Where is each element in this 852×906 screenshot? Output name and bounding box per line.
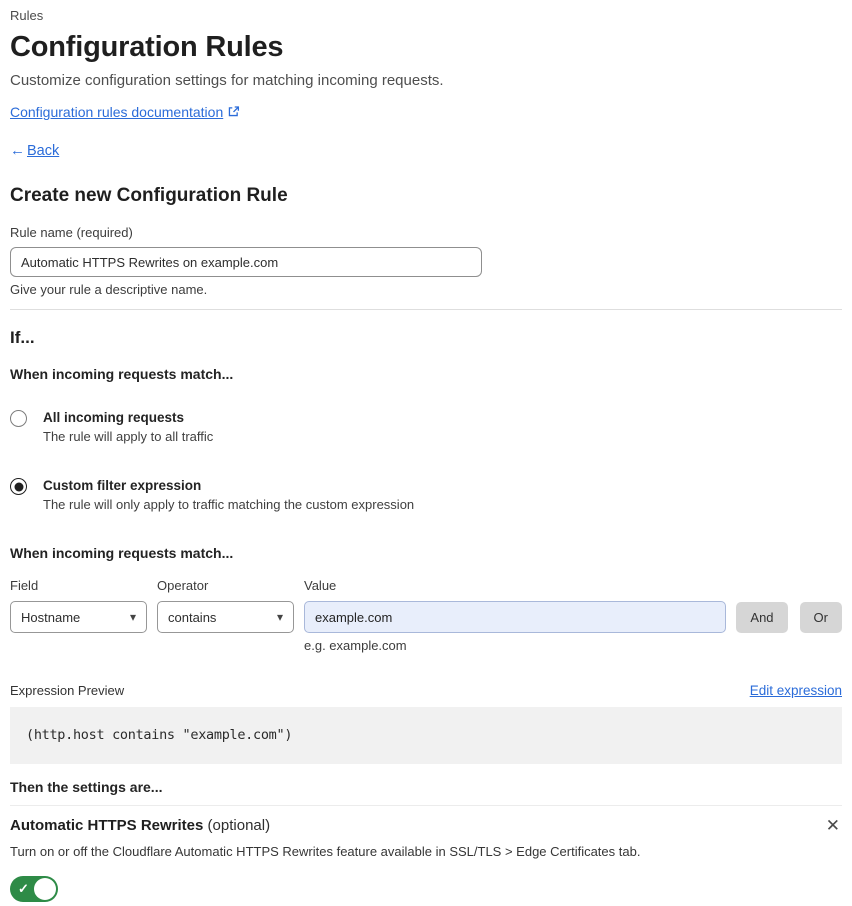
radio-option-description: The rule will apply to all traffic: [43, 429, 214, 444]
section-divider: [10, 309, 842, 310]
documentation-link-label: Configuration rules documentation: [10, 104, 224, 120]
operator-label: Operator: [157, 578, 209, 593]
expression-preview-code: (http.host contains "example.com"): [10, 707, 842, 764]
radio-option-label: All incoming requests: [43, 410, 185, 425]
back-link[interactable]: ← Back: [10, 142, 60, 160]
back-arrow-icon: ←: [10, 142, 25, 159]
radio-unchecked-icon[interactable]: [10, 410, 27, 427]
rule-name-label: Rule name (required): [10, 225, 133, 240]
then-section-title: Then the settings are...: [10, 779, 163, 795]
configuration-rules-page: Rules Configuration Rules Customize conf…: [0, 0, 852, 902]
automatic-https-rewrites-toggle[interactable]: ✓: [10, 876, 58, 902]
field-select-value: Hostname: [21, 609, 81, 625]
value-input[interactable]: [304, 601, 727, 633]
setting-description: Turn on or off the Cloudflare Automatic …: [10, 844, 641, 859]
match-type-heading: When incoming requests match...: [10, 366, 234, 382]
if-section-title: If...: [10, 328, 35, 347]
rule-name-help: Give your rule a descriptive name.: [10, 282, 208, 297]
radio-option-description: The rule will only apply to traffic matc…: [43, 497, 415, 512]
edit-expression-link[interactable]: Edit expression: [750, 683, 842, 699]
operator-select-value: contains: [168, 609, 217, 625]
close-icon: ✕: [825, 816, 840, 835]
setting-optional-label: (optional): [203, 817, 271, 834]
and-button[interactable]: And: [736, 601, 788, 633]
remove-setting-button[interactable]: ✕: [824, 816, 842, 835]
create-rule-section-title: Create new Configuration Rule: [10, 185, 288, 206]
expression-builder-heading: When incoming requests match...: [10, 545, 234, 561]
field-label: Field: [10, 578, 39, 593]
chevron-down-icon: ▾: [129, 610, 136, 624]
chevron-down-icon: ▾: [276, 610, 283, 624]
back-link-label: Back: [27, 143, 60, 159]
page-subtitle: Customize configuration settings for mat…: [10, 72, 444, 89]
field-select[interactable]: Hostname ▾: [10, 601, 147, 633]
value-help-text: e.g. example.com: [304, 638, 407, 653]
check-icon: ✓: [18, 881, 29, 896]
radio-option-label: Custom filter expression: [43, 478, 202, 493]
page-title: Configuration Rules: [10, 31, 284, 63]
radio-option-custom-filter-expression[interactable]: Custom filter expression The rule will o…: [10, 477, 842, 513]
radio-checked-icon[interactable]: [10, 478, 27, 495]
setting-name: Automatic HTTPS Rewrites: [10, 817, 204, 834]
toggle-knob: [34, 878, 56, 900]
breadcrumb: Rules: [10, 8, 44, 23]
radio-option-all-incoming-requests[interactable]: All incoming requests The rule will appl…: [10, 409, 842, 445]
documentation-link[interactable]: Configuration rules documentation: [10, 104, 240, 120]
value-label: Value: [304, 578, 337, 593]
operator-select[interactable]: contains ▾: [157, 601, 294, 633]
expression-preview-label: Expression Preview: [10, 683, 125, 698]
rule-name-input[interactable]: [10, 247, 482, 277]
settings-divider: [10, 805, 842, 806]
external-link-icon: [227, 105, 240, 121]
or-button[interactable]: Or: [799, 601, 842, 633]
